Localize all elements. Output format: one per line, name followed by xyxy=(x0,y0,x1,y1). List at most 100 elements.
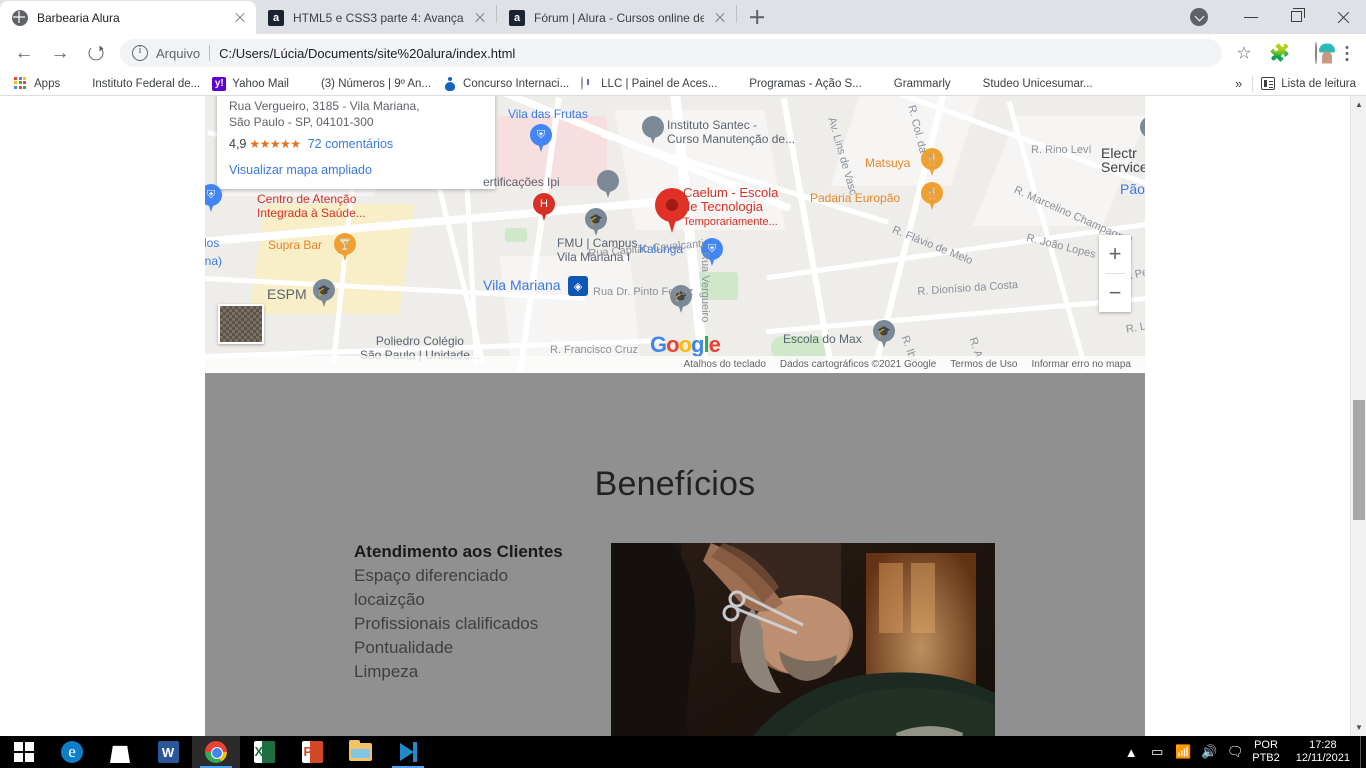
map-label[interactable]: Matsuya xyxy=(865,156,910,170)
bookmark-label: Grammarly xyxy=(893,77,951,90)
taskbar-edge[interactable]: e xyxy=(48,736,96,768)
url-text: C:/Users/Lúcia/Documents/site%20alura/in… xyxy=(219,45,516,61)
report-error-link[interactable]: Informar erro no mapa xyxy=(1032,359,1132,370)
list-item: Profissionais clalificados xyxy=(354,614,539,633)
google-map-embed[interactable]: Caelum - Escola de Tecnologia Rua Vergue… xyxy=(205,96,1145,372)
taskbar-powerpoint[interactable] xyxy=(288,736,336,768)
terms-link[interactable]: Termos de Uso xyxy=(950,359,1017,370)
browser-tab-0[interactable]: Barbearia Alura xyxy=(0,1,256,34)
taskbar-chrome[interactable] xyxy=(192,736,240,768)
map-pin-instituto-santec[interactable] xyxy=(642,116,664,146)
show-desktop-button[interactable] xyxy=(1360,736,1366,768)
bookmark-instituto-federal[interactable]: Instituto Federal de... xyxy=(66,74,206,94)
map-pin-fmu[interactable]: 🎓 xyxy=(585,208,607,238)
scrollbar-thumb[interactable] xyxy=(1353,400,1365,520)
close-tab-icon[interactable] xyxy=(472,10,488,26)
map-label[interactable]: Supra Bar xyxy=(268,238,322,252)
clock[interactable]: 17:28 12/11/2021 xyxy=(1286,739,1360,765)
bookmark-grammarly[interactable]: Grammarly xyxy=(868,74,957,94)
map-label[interactable]: Vila Mariana xyxy=(483,278,561,292)
taskbar-excel[interactable] xyxy=(240,736,288,768)
site-info-icon[interactable] xyxy=(132,44,148,61)
taskbar-store[interactable] xyxy=(96,736,144,768)
browser-tab-1[interactable]: a HTML5 e CSS3 parte 4: Avançand xyxy=(256,1,496,34)
download-icon[interactable] xyxy=(1190,8,1208,26)
vscode-icon xyxy=(397,741,419,763)
keyboard-shortcuts-link[interactable]: Atalhos do teclado xyxy=(684,359,766,370)
word-icon: W xyxy=(157,741,179,763)
close-window-button[interactable] xyxy=(1320,0,1366,34)
map-footer: Atalhos do teclado Dados cartográficos ©… xyxy=(205,356,1145,372)
view-larger-map-link[interactable]: Visualizar mapa ampliado xyxy=(229,163,483,177)
taskbar-vscode[interactable] xyxy=(384,736,432,768)
maximize-button[interactable] xyxy=(1274,0,1320,34)
bookmark-numeros[interactable]: (3) Números | 9º An... xyxy=(295,74,437,94)
back-arrow-icon[interactable]: ← xyxy=(9,38,39,68)
page-scrollbar[interactable]: ▲ ▼ xyxy=(1350,96,1366,736)
taskbar-word[interactable]: W xyxy=(144,736,192,768)
wifi-icon[interactable]: 📶 xyxy=(1170,736,1196,768)
chrome-icon xyxy=(205,741,227,763)
bookmark-yahoo-mail[interactable]: y! Yahoo Mail xyxy=(206,74,295,94)
puzzle-icon[interactable]: 🧩 xyxy=(1265,38,1295,68)
minimize-button[interactable] xyxy=(1228,0,1274,34)
map-label[interactable]: Electr Service xyxy=(1101,146,1145,174)
taskbar-file-explorer[interactable] xyxy=(336,736,384,768)
apps-grid-icon xyxy=(14,76,28,91)
map-label[interactable]: dos xyxy=(205,236,219,250)
place-address-line-1: Rua Vergueiro, 3185 - Vila Mariana, xyxy=(229,99,420,113)
scroll-up-arrow[interactable]: ▲ xyxy=(1351,96,1366,113)
tray-expand-chevron-icon[interactable]: ▲ xyxy=(1118,736,1144,768)
map-label[interactable]: Centro de Atenção Integrada à Saúde... xyxy=(257,192,366,220)
powerpoint-icon xyxy=(301,741,323,763)
bookmark-llc[interactable]: LLC | Painel de Aces... xyxy=(575,74,723,94)
address-bar[interactable]: Arquivo C:/Users/Lúcia/Documents/site%20… xyxy=(120,39,1222,67)
map-label[interactable]: ana) xyxy=(205,254,222,268)
map-pin-espm[interactable]: 🎓 xyxy=(313,279,335,309)
new-tab-button[interactable] xyxy=(743,3,771,31)
map-pin-partial[interactable]: ⛨ xyxy=(205,184,222,214)
map-label[interactable]: ertificações Ipi xyxy=(483,175,560,189)
start-button[interactable] xyxy=(0,736,48,768)
close-tab-icon[interactable] xyxy=(712,10,728,26)
bookmark-label: LLC | Painel de Aces... xyxy=(601,77,718,90)
bookmark-studeo[interactable]: Studeo Unicesumar... xyxy=(957,74,1099,94)
volume-icon[interactable]: 🔊 xyxy=(1196,736,1222,768)
map-pin-escola-do-max[interactable]: 🎓 xyxy=(873,320,895,350)
satellite-thumbnail[interactable] xyxy=(218,304,264,344)
avatar[interactable] xyxy=(1301,38,1331,68)
map-label-caelum[interactable]: Caelum - Escola de Tecnologia Temporariame… xyxy=(683,186,778,229)
map-pin-supra-bar[interactable]: 🍸 xyxy=(334,233,356,263)
bookmark-programas[interactable]: Programas - Ação S... xyxy=(723,74,868,94)
star-icon[interactable]: ☆ xyxy=(1229,38,1259,68)
bookmark-concurso[interactable]: Concurso Internaci... xyxy=(437,74,575,94)
browser-tab-2[interactable]: a Fórum | Alura - Cursos online de xyxy=(497,1,736,34)
battery-icon[interactable]: ▭ xyxy=(1144,736,1170,768)
close-tab-icon[interactable] xyxy=(232,10,248,26)
chevron-overflow-icon[interactable]: » xyxy=(1225,76,1252,91)
notification-icon[interactable]: 🗨 xyxy=(1222,736,1248,768)
language-indicator[interactable]: POR PTB2 xyxy=(1248,739,1286,765)
zoom-out-button[interactable]: − xyxy=(1099,274,1131,312)
map-pin-partial[interactable]: 🎓 xyxy=(1140,116,1145,146)
bookmark-apps[interactable]: Apps xyxy=(8,74,66,94)
map-label[interactable]: Pão xyxy=(1120,182,1145,196)
map-label[interactable]: Instituto Santec - Curso Manutenção de... xyxy=(667,118,795,146)
map-label[interactable]: Vila das Frutas xyxy=(508,107,588,121)
bookmarks-bar: Apps Instituto Federal de... y! Yahoo Ma… xyxy=(0,72,1366,96)
map-place-info-card[interactable]: Caelum - Escola de Tecnologia Rua Vergue… xyxy=(217,96,495,189)
reload-icon[interactable] xyxy=(81,38,111,68)
kebab-menu-icon[interactable] xyxy=(1334,38,1360,68)
map-pin-centro-atencao[interactable]: H xyxy=(533,193,555,223)
map-pin-padaria-europao[interactable]: 🍴 xyxy=(921,182,943,212)
reading-list-button[interactable]: Lista de leitura xyxy=(1253,77,1366,90)
map-pin-vila-das-frutas[interactable]: ⛨ xyxy=(530,124,552,154)
map-label[interactable]: ESPM xyxy=(267,287,307,301)
map-label[interactable]: Escola do Max xyxy=(783,332,862,346)
reviews-link[interactable]: 72 comentários xyxy=(308,137,393,151)
forward-arrow-icon[interactable]: → xyxy=(45,38,75,68)
map-transit-station-icon[interactable]: ◈ xyxy=(568,276,588,296)
zoom-in-button[interactable]: + xyxy=(1099,235,1131,273)
scroll-down-arrow[interactable]: ▼ xyxy=(1351,719,1366,736)
map-pin-certificacoes[interactable] xyxy=(597,170,619,200)
